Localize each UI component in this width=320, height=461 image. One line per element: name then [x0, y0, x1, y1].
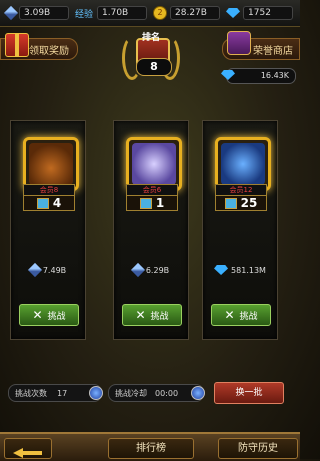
- rank-badge: 排名 8: [122, 28, 180, 80]
- opponent-power: 6.29B: [120, 262, 182, 278]
- team-icon: [36, 197, 49, 209]
- team-count: 1: [126, 195, 178, 211]
- gems-value: 1752: [243, 6, 294, 20]
- challenge-label: 挑战: [239, 311, 258, 322]
- opponent-power-value: 7.49B: [42, 265, 67, 275]
- opponent-power-value: 581.13M: [231, 265, 266, 275]
- team-count-value: 25: [240, 196, 258, 210]
- power-resource: 3.09B: [3, 4, 69, 22]
- attempts-value: 17: [57, 388, 68, 398]
- team-count: 25: [215, 195, 267, 211]
- claim-reward-label: 领取奖励: [29, 45, 69, 57]
- back-button[interactable]: [4, 438, 52, 459]
- team-count-value: 4: [52, 196, 62, 210]
- opponent-card: 会员6 1 6.29B ✕ 挑战: [113, 120, 189, 340]
- monster-avatar-icon: [221, 143, 265, 185]
- sword-icon: [3, 5, 19, 21]
- crossed-swords-icon: ✕: [32, 308, 43, 322]
- resource-bar: 3.09B 经验 1.70B 2 28.27B 1752: [0, 0, 300, 27]
- exp-resource: 经验 1.70B: [75, 4, 148, 22]
- honor-value: 16.43K: [260, 71, 289, 80]
- footer-bar: 排行榜 防守历史: [0, 432, 300, 461]
- opponent-card: 会员12 25 581.13M ✕ 挑战: [202, 120, 278, 340]
- challenge-button[interactable]: ✕ 挑战: [19, 304, 79, 326]
- sword-icon: [130, 262, 145, 278]
- honor-shop-label: 荣誉商店: [253, 45, 293, 57]
- gem-icon: [226, 8, 241, 18]
- crossed-swords-icon: ✕: [135, 308, 146, 322]
- team-icon: [224, 197, 237, 209]
- monster-avatar-icon: [132, 143, 176, 185]
- leaderboard-button[interactable]: 排行榜: [108, 438, 194, 459]
- gems-resource: 1752: [226, 4, 294, 22]
- refresh-opponents-button[interactable]: 换一批: [214, 382, 284, 404]
- cooldown-field: 挑战冷却 00:00: [108, 384, 205, 402]
- gold-value: 28.27B: [170, 6, 221, 20]
- power-value: 3.09B: [19, 6, 69, 20]
- crossed-swords-icon: ✕: [224, 308, 235, 322]
- add-attempts-icon[interactable]: [89, 386, 103, 400]
- attempts-field: 挑战次数 17: [8, 384, 103, 402]
- attempts-label: 挑战次数: [15, 388, 47, 398]
- team-count-value: 1: [155, 196, 165, 210]
- gold-resource: 2 28.27B: [153, 4, 221, 22]
- opponent-power-value: 6.29B: [145, 265, 170, 275]
- opponent-portrait[interactable]: [126, 137, 182, 191]
- exp-value: 1.70B: [97, 6, 148, 20]
- opponent-power: 581.13M: [209, 265, 271, 275]
- defense-history-button[interactable]: 防守历史: [218, 438, 298, 459]
- back-arrow-icon: [13, 446, 43, 460]
- team-icon: [139, 197, 152, 209]
- gift-icon: [5, 33, 29, 57]
- rank-title: 排名: [141, 33, 160, 43]
- gem-icon: [214, 265, 229, 275]
- cooldown-label: 挑战冷却: [115, 388, 147, 398]
- challenge-button[interactable]: ✕ 挑战: [122, 304, 182, 326]
- reset-cooldown-icon[interactable]: [191, 386, 205, 400]
- honor-shop-button[interactable]: 荣誉商店: [222, 31, 300, 60]
- cooldown-value: 00:00: [155, 388, 179, 398]
- challenge-label: 挑战: [47, 311, 66, 322]
- honor-icon: [221, 70, 235, 80]
- rank-value: 8: [136, 58, 172, 76]
- challenge-button[interactable]: ✕ 挑战: [211, 304, 271, 326]
- opponent-card: 会员8 4 7.49B ✕ 挑战: [10, 120, 86, 340]
- team-count: 4: [23, 195, 75, 211]
- exp-label: 经验: [75, 9, 94, 20]
- opponent-power: 7.49B: [17, 262, 79, 278]
- claim-reward-button[interactable]: 领取奖励: [0, 33, 78, 60]
- honor-points: 16.43K: [221, 68, 296, 84]
- shop-icon: [227, 31, 251, 55]
- sword-icon: [27, 262, 42, 278]
- challenge-label: 挑战: [150, 311, 169, 322]
- opponent-portrait[interactable]: [23, 137, 79, 191]
- monster-avatar-icon: [29, 143, 73, 185]
- opponent-portrait[interactable]: [215, 137, 271, 191]
- coin-icon: 2: [153, 6, 168, 20]
